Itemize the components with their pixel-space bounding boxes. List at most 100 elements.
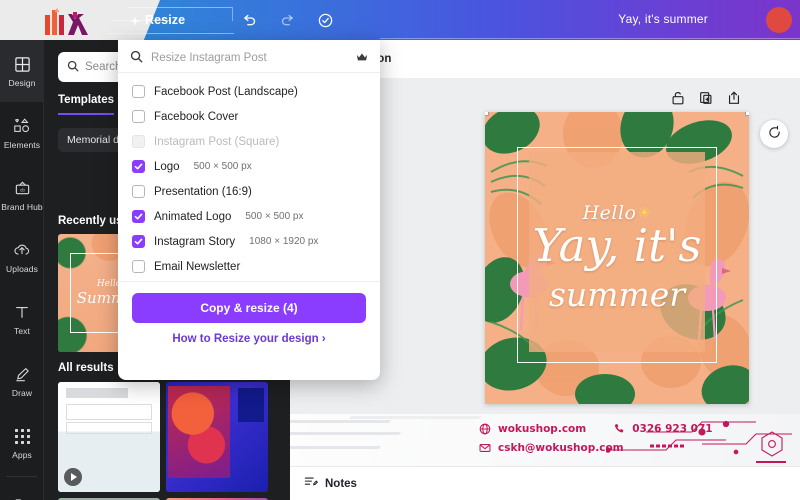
- sidebar-item-design[interactable]: Design: [0, 40, 44, 102]
- checkbox-unchecked[interactable]: [132, 260, 145, 273]
- notes-bar[interactable]: Notes: [290, 466, 800, 500]
- contact-website-text: wokushop.com: [498, 422, 587, 435]
- resize-button[interactable]: Resize: [122, 9, 193, 31]
- lock-icon[interactable]: [670, 90, 686, 106]
- result-thumbnail-1[interactable]: [58, 382, 160, 492]
- how-to-resize-link[interactable]: How to Resize your design ›: [132, 333, 366, 345]
- duplicate-icon[interactable]: [698, 90, 714, 106]
- resize-option-label: Instagram Story: [154, 235, 236, 248]
- notes-label: Notes: [325, 477, 357, 490]
- redo-icon: [280, 13, 295, 28]
- notes-icon: [304, 475, 319, 492]
- elements-icon: [12, 116, 32, 136]
- magic-resize-icon: [130, 15, 140, 26]
- resize-option-label: Facebook Cover: [154, 110, 239, 123]
- resize-option-presentation[interactable]: Presentation (16:9): [118, 179, 380, 204]
- projects-icon: [12, 493, 32, 500]
- checkbox-disabled: [132, 135, 145, 148]
- checkbox-checked[interactable]: [132, 210, 145, 223]
- resize-option-facebook-post-landscape[interactable]: Facebook Post (Landscape): [118, 79, 380, 104]
- crown-icon: [356, 51, 368, 65]
- canva-logo[interactable]: [42, 6, 94, 36]
- resize-button-label: Resize: [145, 13, 186, 27]
- search-icon: [67, 60, 79, 75]
- apps-icon: [12, 426, 32, 446]
- contact-email-text: cskh@wokushop.com: [498, 441, 624, 454]
- sidebar-item-label: Uploads: [6, 264, 38, 274]
- sidebar-item-label: Apps: [12, 450, 32, 460]
- resize-option-label: Animated Logo: [154, 210, 232, 223]
- checkbox-unchecked[interactable]: [132, 110, 145, 123]
- sidebar-item-label: Draw: [11, 388, 33, 398]
- sidebar-item-brand-hub[interactable]: cb Brand Hub: [0, 164, 44, 226]
- resize-option-label: Logo: [154, 160, 180, 173]
- cloud-save-status-button[interactable]: [314, 9, 336, 31]
- resize-search-input[interactable]: Resize Instagram Post: [118, 43, 380, 73]
- design-text-block: Hello ☀ Yay, it's summer: [485, 112, 749, 404]
- section-all-results: All results: [58, 362, 114, 374]
- result-thumbnail-2[interactable]: [166, 382, 268, 492]
- sidebar-item-projects[interactable]: Projects: [0, 479, 44, 500]
- checkbox-checked[interactable]: [132, 160, 145, 173]
- checkbox-checked[interactable]: [132, 235, 145, 248]
- play-icon[interactable]: [64, 468, 82, 486]
- tab-templates[interactable]: Templates: [58, 94, 115, 115]
- design-page[interactable]: Hello ☀ Yay, it's summer: [485, 112, 749, 404]
- copy-and-resize-button[interactable]: Copy & resize (4): [132, 293, 366, 323]
- resize-options-list: Facebook Post (Landscape) Facebook Cover…: [118, 73, 380, 281]
- resize-option-dimensions: 1080 × 1920 px: [249, 236, 319, 247]
- circuit-decoration: [605, 416, 796, 464]
- sidebar-item-apps[interactable]: Apps: [0, 412, 44, 474]
- cloud-saved-icon: [317, 12, 334, 29]
- contact-email: cskh@wokushop.com: [478, 441, 624, 454]
- design-footer-strip: wokushop.com 0326 923 071 cskh@wokushop.…: [290, 414, 800, 466]
- resize-option-label: Instagram Post (Square): [154, 135, 280, 148]
- resize-option-label: Email Newsletter: [154, 260, 241, 273]
- search-icon: [130, 50, 143, 66]
- globe-icon: [478, 422, 491, 435]
- design-title[interactable]: Yay, it's summer: [618, 12, 708, 26]
- resize-popup-footer: Copy & resize (4) How to Resize your des…: [118, 281, 380, 345]
- resize-option-dimensions: 500 × 500 px: [245, 211, 304, 222]
- sidebar-item-label: Text: [14, 326, 30, 336]
- brand-hub-icon: cb: [12, 178, 32, 198]
- sidebar-divider: [6, 476, 37, 477]
- contact-website: wokushop.com: [478, 422, 586, 435]
- sidebar-item-label: Brand Hub: [1, 202, 43, 212]
- undo-icon: [242, 13, 257, 28]
- sidebar-item-text[interactable]: Text: [0, 288, 44, 350]
- resize-option-facebook-cover[interactable]: Facebook Cover: [118, 104, 380, 129]
- resize-option-logo[interactable]: Logo 500 × 500 px: [118, 154, 380, 179]
- design-headline: Yay, it's: [532, 218, 702, 272]
- avatar[interactable]: [766, 7, 792, 33]
- selection-handle-tl[interactable]: [485, 112, 489, 116]
- resize-option-email-newsletter[interactable]: Email Newsletter: [118, 254, 380, 279]
- resize-option-instagram-story[interactable]: Instagram Story 1080 × 1920 px: [118, 229, 380, 254]
- sidebar-item-draw[interactable]: Draw: [0, 350, 44, 412]
- svg-text:cb: cb: [20, 187, 25, 192]
- sidebar-item-label: Elements: [3, 140, 41, 150]
- sidebar-item-uploads[interactable]: Uploads: [0, 226, 44, 288]
- resize-option-label: Facebook Post (Landscape): [154, 85, 298, 98]
- design-icon: [12, 54, 32, 74]
- checkbox-unchecked[interactable]: [132, 185, 145, 198]
- resize-search-placeholder: Resize Instagram Post: [151, 51, 267, 64]
- envelope-icon: [478, 441, 491, 454]
- checkbox-unchecked[interactable]: [132, 85, 145, 98]
- sidebar-item-label: Design: [8, 78, 36, 88]
- text-icon: [12, 302, 32, 322]
- canva-editor-window: Resize Yay, it's summer Design Elements …: [0, 0, 800, 500]
- add-comment-button[interactable]: [760, 120, 788, 148]
- resize-option-instagram-post-square[interactable]: Instagram Post (Square): [118, 129, 380, 154]
- search-placeholder: Search: [85, 61, 122, 73]
- resize-option-animated-logo[interactable]: Animated Logo 500 × 500 px: [118, 204, 380, 229]
- resize-option-dimensions: 500 × 500 px: [193, 161, 252, 172]
- selection-handle-tr[interactable]: [745, 112, 749, 116]
- left-sidebar: Design Elements cb Brand Hub Uploads Tex…: [0, 40, 44, 500]
- uploads-icon: [12, 240, 32, 260]
- sidebar-item-elements[interactable]: Elements: [0, 102, 44, 164]
- redo-button[interactable]: [276, 9, 298, 31]
- undo-button[interactable]: [238, 9, 260, 31]
- comment-add-icon: [767, 125, 782, 143]
- add-page-icon[interactable]: [726, 90, 742, 106]
